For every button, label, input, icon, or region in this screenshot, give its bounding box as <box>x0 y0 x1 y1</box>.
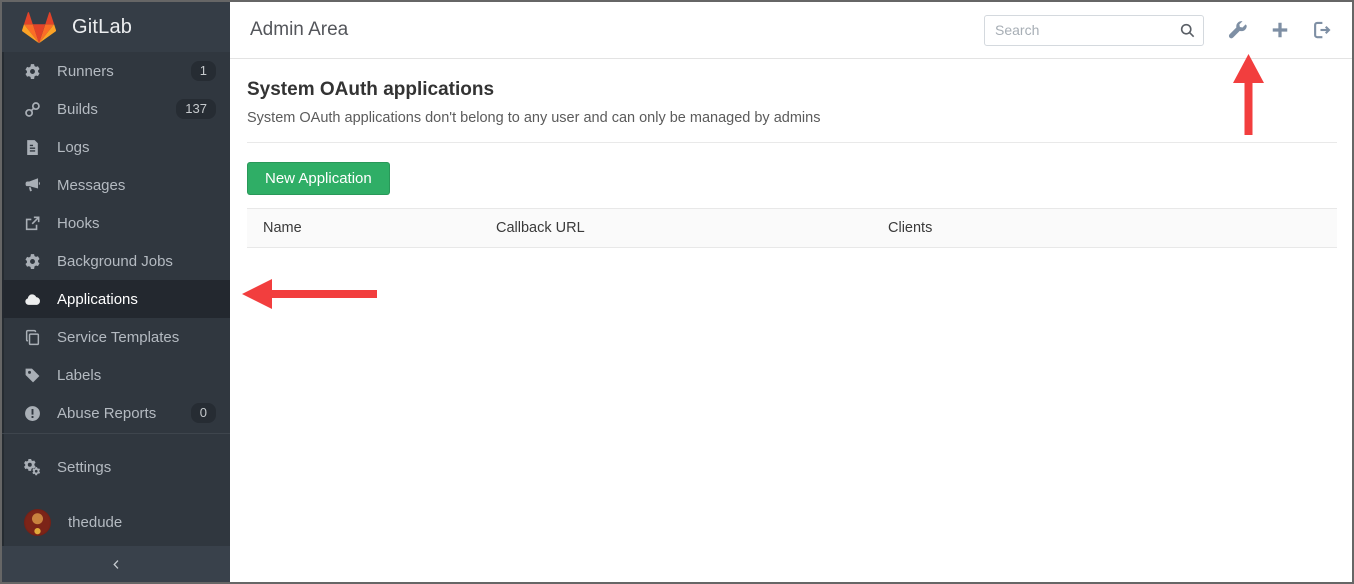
column-header-callback-url: Callback URL <box>496 220 888 236</box>
sidebar-item-label: Service Templates <box>57 329 216 346</box>
gitlab-logo[interactable]: GitLab <box>2 2 230 52</box>
sign-out-button[interactable] <box>1310 18 1334 42</box>
gears-icon <box>24 459 41 476</box>
sidebar-divider <box>2 433 230 434</box>
search-input[interactable] <box>984 15 1204 46</box>
sidebar-item-settings[interactable]: Settings <box>2 448 230 486</box>
tag-icon <box>24 367 41 384</box>
search-box <box>984 15 1204 46</box>
sidebar-item-messages[interactable]: Messages <box>2 166 230 204</box>
gitlab-admin-window: GitLab Runners1Builds137LogsMessagesHook… <box>0 0 1354 584</box>
sidebar-item-runners[interactable]: Runners1 <box>2 52 230 90</box>
sidebar-item-hooks[interactable]: Hooks <box>2 204 230 242</box>
sidebar-item-label: Applications <box>57 291 216 308</box>
content-divider <box>247 142 1337 143</box>
sidebar-item-builds[interactable]: Builds137 <box>2 90 230 128</box>
sidebar-item-label: Settings <box>57 459 216 476</box>
links-icon <box>24 101 41 118</box>
current-user[interactable]: thedude <box>2 503 230 541</box>
sidebar-item-label: Background Jobs <box>57 253 216 270</box>
sidebar-item-labels[interactable]: Labels <box>2 356 230 394</box>
avatar <box>24 509 51 536</box>
sidebar: GitLab Runners1Builds137LogsMessagesHook… <box>2 2 230 582</box>
wrench-icon <box>1228 20 1248 40</box>
page-title: Admin Area <box>250 19 984 41</box>
tanuki-icon <box>22 11 56 44</box>
sidebar-item-logs[interactable]: Logs <box>2 128 230 166</box>
sidebar-nav: Runners1Builds137LogsMessagesHooksBackgr… <box>2 52 230 541</box>
sidebar-item-label: Hooks <box>57 215 216 232</box>
sidebar-collapse-button[interactable] <box>2 546 230 582</box>
wrench-button[interactable] <box>1226 18 1250 42</box>
count-badge: 0 <box>191 403 216 423</box>
alert-circle-icon <box>24 405 41 422</box>
section-description: System OAuth applications don't belong t… <box>247 110 1337 126</box>
search-icon <box>1179 22 1196 39</box>
header-actions <box>984 15 1352 46</box>
bullhorn-icon <box>24 177 41 194</box>
sidebar-item-abuse-reports[interactable]: Abuse Reports0 <box>2 394 230 432</box>
sidebar-item-label: Abuse Reports <box>57 405 191 422</box>
top-header: Admin Area <box>230 2 1352 59</box>
gear-icon <box>24 63 41 80</box>
sidebar-item-background-jobs[interactable]: Background Jobs <box>2 242 230 280</box>
column-header-name: Name <box>247 220 496 236</box>
plus-button[interactable] <box>1268 18 1292 42</box>
username: thedude <box>68 514 122 531</box>
sidebar-item-label: Labels <box>57 367 216 384</box>
external-link-icon <box>24 215 41 232</box>
plus-icon <box>1270 20 1290 40</box>
copy-icon <box>24 329 41 346</box>
gitlab-logo-text: GitLab <box>72 16 132 39</box>
sidebar-item-service-templates[interactable]: Service Templates <box>2 318 230 356</box>
applications-table-header: NameCallback URLClients <box>247 208 1337 248</box>
sidebar-item-label: Messages <box>57 177 216 194</box>
chevron-left-icon <box>110 558 123 571</box>
cloud-icon <box>24 291 41 308</box>
section-heading: System OAuth applications <box>247 79 1337 101</box>
new-application-button[interactable]: New Application <box>247 162 390 195</box>
count-badge: 137 <box>176 99 216 119</box>
count-badge: 1 <box>191 61 216 81</box>
main-content: System OAuth applications System OAuth a… <box>230 59 1352 582</box>
gear-icon <box>24 253 41 270</box>
sidebar-item-label: Runners <box>57 63 191 80</box>
sign-out-icon <box>1312 20 1332 40</box>
column-header-clients: Clients <box>888 220 1337 236</box>
sidebar-item-label: Logs <box>57 139 216 156</box>
sidebar-item-label: Builds <box>57 101 176 118</box>
sidebar-item-applications[interactable]: Applications <box>2 280 230 318</box>
file-icon <box>24 139 41 156</box>
